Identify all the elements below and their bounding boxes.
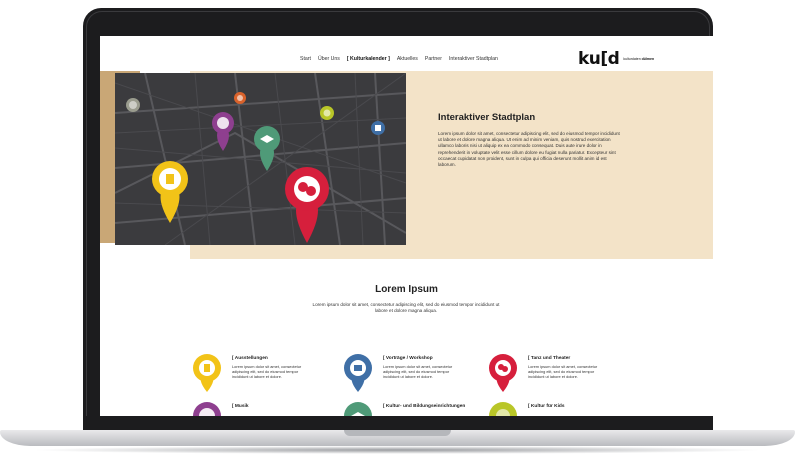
category-text: Lorem ipsum dolor sit amet, consectetur …: [528, 364, 598, 379]
site-logo[interactable]: ku[d kulturdaten dülmen: [578, 49, 654, 69]
map-pin-small-blue: [371, 121, 385, 135]
map-pin-small-orange: [234, 92, 246, 104]
hero-title: Interaktiver Stadtplan: [438, 112, 536, 123]
category-title: [ Kultur für Kids: [528, 404, 565, 409]
category-title: [ Ausstellungen: [232, 356, 268, 361]
section-description: Lorem ipsum dolor sit amet, consectetur …: [312, 302, 500, 314]
nav-item-ueber-uns[interactable]: Über Uns: [318, 56, 340, 62]
building-icon: [344, 354, 372, 392]
category-title: [ Kultur- und Bildungseinrichtungen: [383, 404, 466, 409]
section-title: Lorem Ipsum: [375, 284, 438, 295]
laptop-notch: [344, 430, 451, 436]
graduation-cap-icon: [344, 402, 372, 416]
city-map-image[interactable]: [115, 73, 406, 245]
guitar-icon: [193, 402, 221, 416]
nav-item-partner[interactable]: Partner: [425, 56, 442, 62]
kids-icon: [489, 402, 517, 416]
logo-subtitle: kulturdaten dülmen: [623, 57, 655, 61]
category-title: [ Musik: [232, 404, 249, 409]
map-pin-small-green: [320, 106, 334, 120]
category-text: Lorem ipsum dolor sit amet, consectetur …: [232, 364, 302, 379]
map-pin-small-grey: [126, 98, 140, 112]
chess-rook-icon: [193, 354, 221, 392]
category-text: Lorem ipsum dolor sit amet, consectetur …: [383, 364, 453, 379]
nav-menu: Start Über Uns [ Kulturkalender ] Aktuel…: [300, 56, 498, 62]
theater-masks-icon: [489, 354, 517, 392]
nav-item-aktuelles[interactable]: Aktuelles: [397, 56, 418, 62]
nav-item-stadtplan[interactable]: Interaktiver Stadtplan: [449, 56, 498, 62]
map-graphic: [115, 73, 406, 245]
category-title: [ Tanz und Theater: [528, 356, 571, 361]
hero-description: Lorem ipsum dolor sit amet, consectetur …: [438, 131, 620, 168]
nav-item-start[interactable]: Start: [300, 56, 311, 62]
category-title: [ Vorträge / Workshop: [383, 356, 433, 361]
logo-mark: ku[d: [578, 49, 620, 69]
nav-item-kulturkalender[interactable]: [ Kulturkalender ]: [347, 56, 390, 62]
laptop-shadow: [30, 446, 765, 454]
laptop-screen: Start Über Uns [ Kulturkalender ] Aktuel…: [100, 36, 713, 416]
